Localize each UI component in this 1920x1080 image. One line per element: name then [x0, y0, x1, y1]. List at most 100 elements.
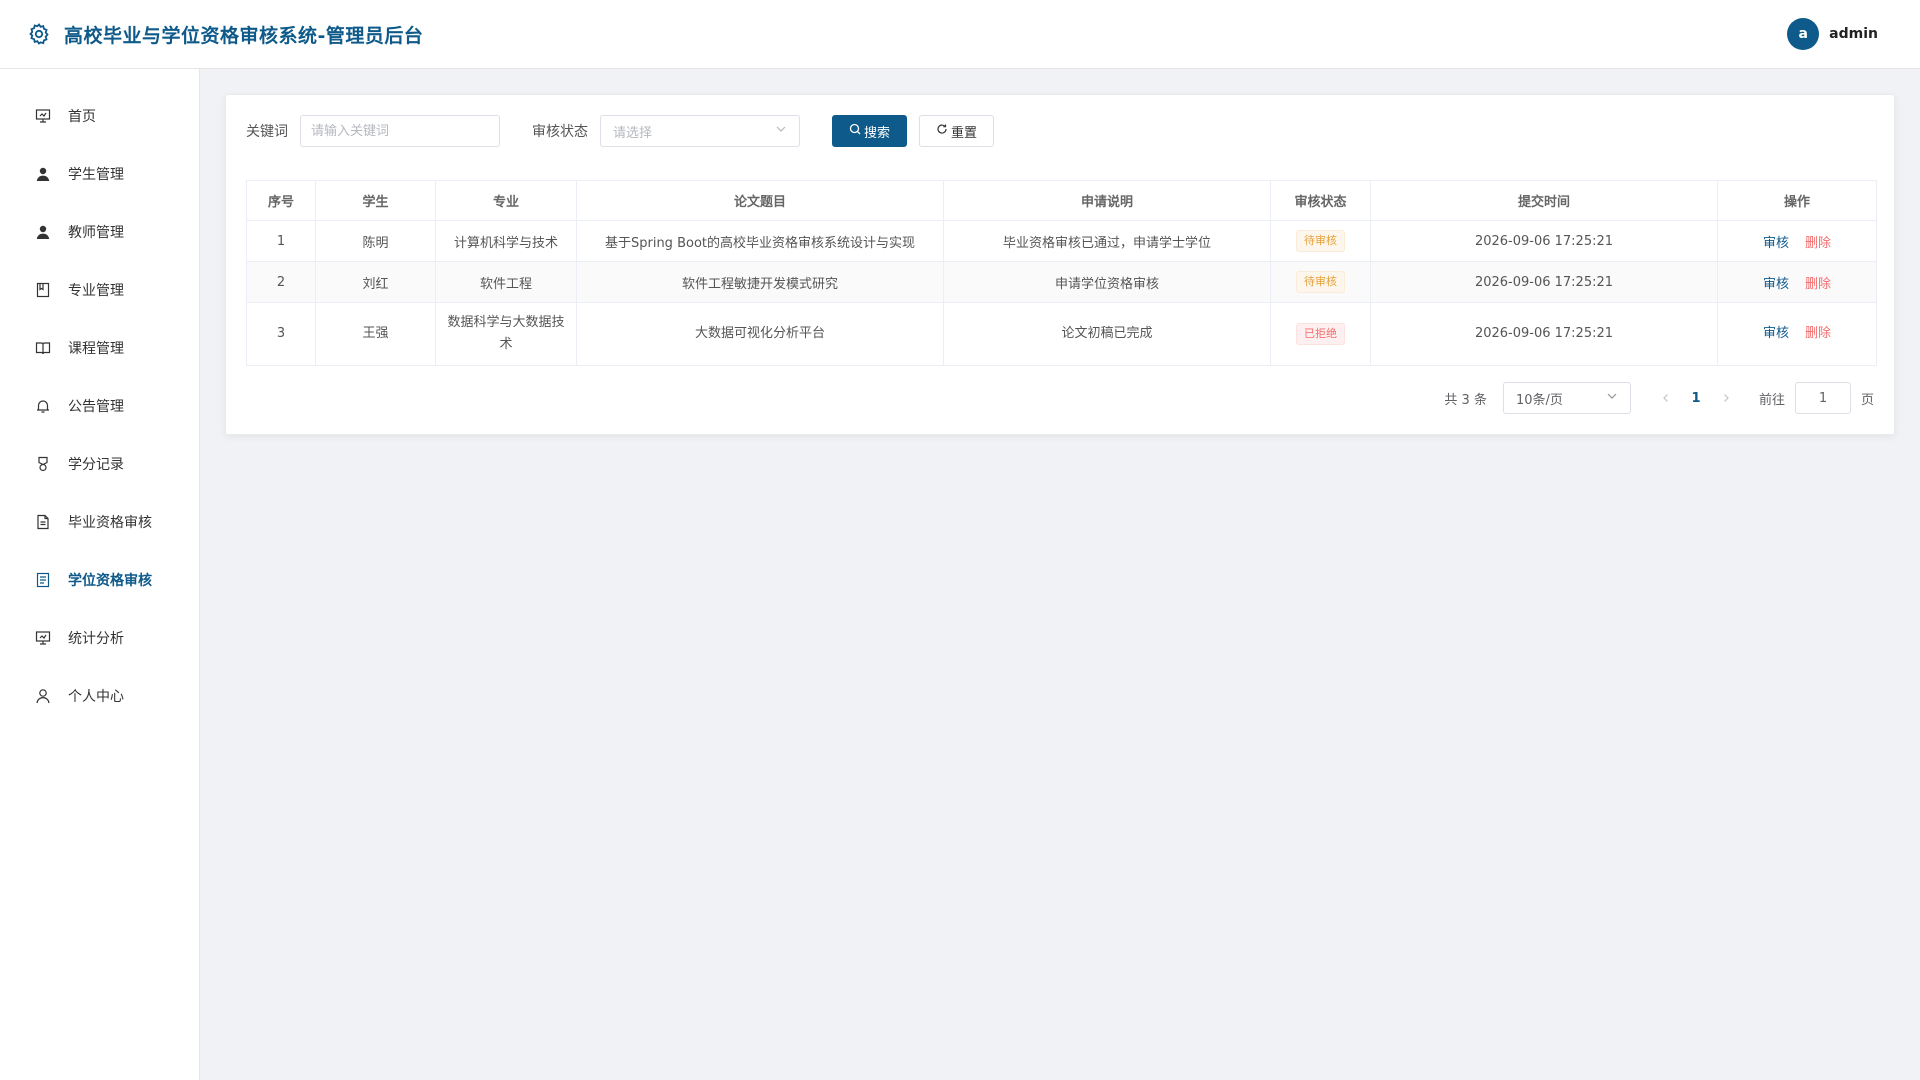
column-header: 论文题目: [576, 180, 944, 221]
tickets-icon: [34, 571, 52, 589]
sidebar-item-8[interactable]: 学位资格审核: [0, 551, 199, 609]
sidebar-item-label: 专业管理: [68, 283, 124, 299]
sidebar-item-5[interactable]: 公告管理: [0, 377, 199, 435]
audit-button[interactable]: 审核: [1763, 326, 1789, 341]
document-icon: [34, 513, 52, 531]
sidebar-item-0[interactable]: 首页: [0, 87, 199, 145]
cell-thesis: 基于Spring Boot的高校毕业资格审核系统设计与实现: [576, 220, 944, 262]
column-header: 专业: [435, 180, 577, 221]
table-header-row: 序号 学生 专业 论文题目 申请说明 审核状态 提交时间 操作: [246, 180, 1877, 221]
goto-page-input[interactable]: [1794, 382, 1851, 414]
goto-suffix: 页: [1860, 392, 1874, 408]
status-badge: 已拒绝: [1296, 323, 1345, 345]
sidebar-item-2[interactable]: 教师管理: [0, 203, 199, 261]
cell-index: 3: [246, 302, 316, 366]
sidebar: 首页学生管理 教师管理专业管理课程管理公告管理学分记录毕业资格审核学位资格审核统计…: [0, 69, 200, 1080]
chevron-right-icon: [1724, 394, 1729, 402]
next-page-button[interactable]: [1711, 393, 1741, 403]
keyword-label: 关键词: [246, 124, 288, 140]
cell-status: 待审核: [1270, 261, 1371, 303]
cell-note: 申请学位资格审核: [943, 261, 1271, 303]
column-header: 提交时间: [1370, 180, 1718, 221]
status-badge: 待审核: [1296, 271, 1345, 293]
cell-student: 刘红: [315, 261, 436, 303]
pagination: 共 3 条 10条/页 1 前往 页: [246, 382, 1874, 414]
chevron-down-icon: [775, 123, 787, 139]
cell-note: 论文初稿已完成: [943, 302, 1271, 366]
search-icon: [849, 123, 861, 139]
username[interactable]: admin: [1829, 26, 1878, 42]
sidebar-item-7[interactable]: 毕业资格审核: [0, 493, 199, 551]
brand: 高校毕业与学位资格审核系统-管理员后台: [26, 21, 423, 48]
cell-thesis: 大数据可视化分析平台: [576, 302, 944, 366]
filter-bar: 关键词 审核状态 请选择 搜索 重置: [246, 115, 1874, 147]
cell-actions: 审核 删除: [1717, 220, 1877, 262]
prev-page-button[interactable]: [1651, 393, 1681, 403]
bell-icon: [34, 397, 52, 415]
search-button[interactable]: 搜索: [832, 115, 908, 147]
goto-page: 前往 页: [1759, 382, 1874, 414]
sidebar-item-9[interactable]: 统计分析: [0, 609, 199, 667]
column-header: 序号: [246, 180, 316, 221]
column-header: 操作: [1717, 180, 1877, 221]
table-row: 2 刘红 软件工程 软件工程敏捷开发模式研究 申请学位资格审核 待审核 2026-09-06…: [246, 261, 1877, 303]
sidebar-item-label: 首页: [68, 109, 96, 125]
cell-time: 2026-09-06 17:25:21: [1370, 220, 1718, 262]
page-size-select[interactable]: 10条/页: [1502, 382, 1631, 414]
presentation-icon: [34, 629, 52, 647]
column-header: 学生: [315, 180, 436, 221]
sidebar-item-4[interactable]: 课程管理: [0, 319, 199, 377]
presentation-icon: [34, 107, 52, 125]
delete-button[interactable]: 删除: [1805, 277, 1831, 292]
page-number-current[interactable]: 1: [1681, 391, 1711, 406]
chevron-down-icon: [1606, 390, 1618, 406]
table-row: 3 王强 数据科学与大数据技术 大数据可视化分析平台 论文初稿已完成 已拒绝 2026-09…: [246, 302, 1877, 366]
notebook-icon: [34, 281, 52, 299]
cell-time: 2026-09-06 17:25:21: [1370, 261, 1718, 303]
audit-button[interactable]: 审核: [1763, 236, 1789, 251]
sidebar-item-3[interactable]: 专业管理: [0, 261, 199, 319]
sidebar-item-label: 统计分析: [68, 631, 124, 647]
cell-actions: 审核 删除: [1717, 302, 1877, 366]
keyword-input[interactable]: [300, 115, 500, 147]
audit-button[interactable]: 审核: [1763, 277, 1789, 292]
book-icon: [34, 339, 52, 357]
sidebar-item-1[interactable]: 学生管理: [0, 145, 199, 203]
audit-table: 序号 学生 专业 论文题目 申请说明 审核状态 提交时间 操作 1 陈明 计算机科学与技术 基于Sp…: [246, 180, 1877, 366]
page-size-value: 10条/页: [1515, 392, 1563, 408]
status-select-placeholder: 请选择: [613, 125, 653, 141]
sidebar-item-label: 个人中心: [68, 689, 124, 705]
cell-student: 王强: [315, 302, 436, 366]
cell-status: 待审核: [1270, 220, 1371, 262]
app-title: 高校毕业与学位资格审核系统-管理员后台: [64, 24, 424, 47]
sidebar-item-6[interactable]: 学分记录: [0, 435, 199, 493]
user-filled-icon: [34, 165, 52, 183]
user-outline-icon: [34, 687, 52, 705]
main-card: 关键词 审核状态 请选择 搜索 重置 序号学生专业论文题目申请说: [225, 94, 1895, 435]
medal-icon: [34, 455, 52, 473]
sidebar-item-label: 学分记录: [68, 457, 124, 473]
sidebar-item-label: 毕业资格审核: [68, 515, 152, 531]
user-menu[interactable]: a admin: [1787, 18, 1878, 50]
status-select[interactable]: 请选择: [600, 115, 800, 147]
chevron-left-icon: [1663, 394, 1668, 402]
avatar[interactable]: a: [1787, 18, 1820, 50]
sidebar-item-label: 课程管理: [68, 341, 124, 357]
cell-actions: 审核 删除: [1717, 261, 1877, 303]
cell-status: 已拒绝: [1270, 302, 1371, 366]
cell-major: 计算机科学与技术: [435, 220, 577, 262]
delete-button[interactable]: 删除: [1805, 236, 1831, 251]
sidebar-item-label: 公告管理: [68, 399, 124, 415]
cell-index: 1: [246, 220, 316, 262]
user-filled-icon: [34, 223, 52, 241]
goto-label: 前往: [1758, 392, 1785, 408]
cell-index: 2: [246, 261, 316, 303]
delete-button[interactable]: 删除: [1805, 326, 1831, 341]
sidebar-item-10[interactable]: 个人中心: [0, 667, 199, 725]
search-button-label: 搜索: [864, 125, 891, 141]
reset-button[interactable]: 重置: [919, 115, 995, 147]
gear-icon: [26, 21, 52, 47]
column-header: 申请说明: [943, 180, 1271, 221]
refresh-icon: [936, 123, 948, 139]
cell-note: 毕业资格审核已通过，申请学士学位: [943, 220, 1271, 262]
